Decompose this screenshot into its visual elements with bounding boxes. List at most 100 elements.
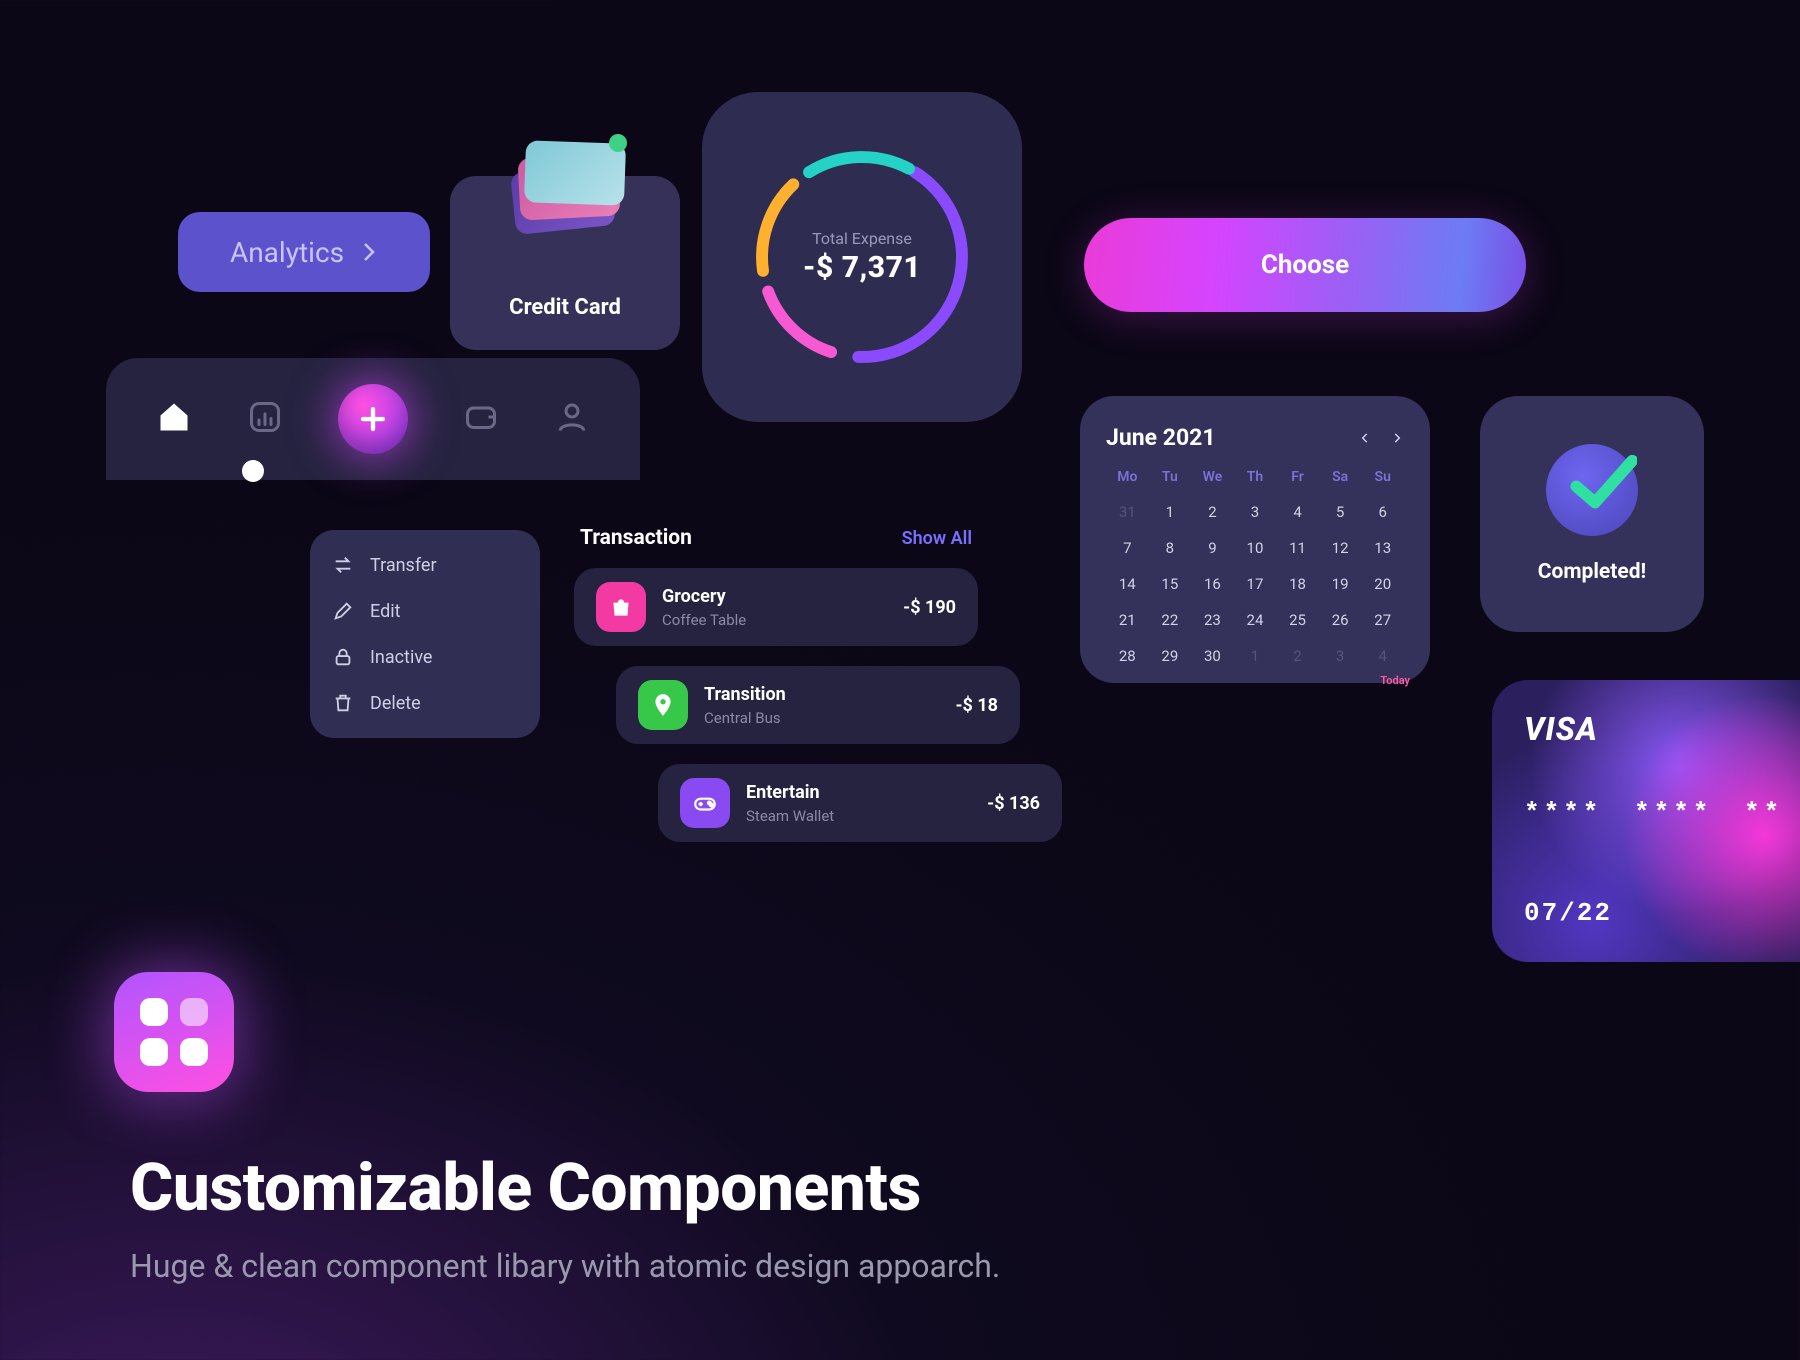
pencil-icon <box>332 600 354 622</box>
calendar-day[interactable]: 7 <box>1106 539 1149 557</box>
transaction-list: Transaction Show All Grocery Coffee Tabl… <box>574 526 978 862</box>
calendar-day[interactable]: 16 <box>1191 575 1234 593</box>
calendar-grid: MoTuWeThFrSaSu31123456789101112131415161… <box>1106 469 1404 665</box>
calendar-day[interactable]: 10 <box>1234 539 1277 557</box>
choose-label: Choose <box>1261 250 1349 280</box>
bottom-nav <box>106 358 640 480</box>
nav-profile-icon[interactable] <box>554 399 590 439</box>
calendar-day[interactable]: 19 <box>1319 575 1362 593</box>
location-pin-icon <box>638 680 688 730</box>
calendar-day[interactable]: 4 <box>1361 647 1404 665</box>
nav-stats-icon[interactable] <box>247 399 283 439</box>
ctx-inactive[interactable]: Inactive <box>332 646 518 668</box>
tx-sub: Central Bus <box>704 709 939 727</box>
visa-pan: **** **** ** <box>1524 798 1783 828</box>
calendar-day[interactable]: 12 <box>1319 539 1362 557</box>
shopping-bag-icon <box>596 582 646 632</box>
headline: Customizable Components Huge & clean com… <box>130 1150 1000 1285</box>
calendar-day[interactable]: 9 <box>1191 539 1234 557</box>
calendar-day[interactable]: 23 <box>1191 611 1234 629</box>
transaction-row[interactable]: Transition Central Bus -$ 18 <box>616 666 1020 744</box>
transaction-row[interactable]: Entertain Steam Wallet -$ 136 <box>658 764 1062 842</box>
calendar-day[interactable]: 18 <box>1276 575 1319 593</box>
calendar-dow: Mo <box>1106 469 1149 485</box>
calendar-day[interactable]: 24 <box>1234 611 1277 629</box>
calendar-today-label: Today <box>1380 674 1410 687</box>
expense-value: -$ 7,371 <box>803 250 921 285</box>
calendar-day[interactable]: 3 <box>1234 503 1277 521</box>
calendar-day[interactable]: 13 <box>1361 539 1404 557</box>
calendar-day[interactable]: 20 <box>1361 575 1404 593</box>
analytics-button[interactable]: Analytics <box>178 212 430 292</box>
calendar-dow: Su <box>1361 469 1404 485</box>
calendar-day[interactable]: 2 <box>1191 503 1234 521</box>
ctx-inactive-label: Inactive <box>370 647 432 668</box>
calendar-next-icon[interactable] <box>1390 431 1404 445</box>
calendar-day[interactable]: 8 <box>1149 539 1192 557</box>
ctx-delete[interactable]: Delete <box>332 692 518 714</box>
card-stack-icon <box>505 140 625 230</box>
completed-label: Completed! <box>1538 560 1646 584</box>
nav-wallet-icon[interactable] <box>463 399 499 439</box>
transaction-row[interactable]: Grocery Coffee Table -$ 190 <box>574 568 978 646</box>
swap-icon <box>332 554 354 576</box>
calendar-day[interactable]: 1 <box>1149 503 1192 521</box>
calendar-day[interactable]: 2 <box>1276 647 1319 665</box>
tx-amount: -$ 136 <box>987 793 1040 814</box>
calendar-day[interactable]: 25 <box>1276 611 1319 629</box>
ctx-transfer-label: Transfer <box>370 555 437 576</box>
calendar-day[interactable]: 5 <box>1319 503 1362 521</box>
calendar-day[interactable]: 26 <box>1319 611 1362 629</box>
ctx-delete-label: Delete <box>370 693 421 714</box>
calendar-day[interactable]: 1 <box>1234 647 1277 665</box>
calendar-day[interactable]: 17 <box>1234 575 1277 593</box>
calendar-day[interactable]: 22 <box>1149 611 1192 629</box>
lock-icon <box>332 646 354 668</box>
expense-panel: Total Expense -$ 7,371 <box>702 92 1022 422</box>
tx-sub: Steam Wallet <box>746 807 971 825</box>
calendar-day[interactable]: 28 <box>1106 647 1149 665</box>
visa-brand: VISA <box>1524 710 1598 748</box>
calendar-day[interactable]: 11 <box>1276 539 1319 557</box>
ctx-transfer[interactable]: Transfer <box>332 554 518 576</box>
calendar-day[interactable]: 30 <box>1191 647 1234 665</box>
calendar-day[interactable]: 3 <box>1319 647 1362 665</box>
chevron-right-icon <box>362 240 378 264</box>
ctx-edit[interactable]: Edit <box>332 600 518 622</box>
calendar-dow: Fr <box>1276 469 1319 485</box>
calendar-dow: Tu <box>1149 469 1192 485</box>
calendar-day[interactable]: 29 <box>1149 647 1192 665</box>
nav-home-icon[interactable] <box>156 399 192 439</box>
calendar-dow: Sa <box>1319 469 1362 485</box>
component-grid-icon[interactable] <box>114 972 234 1092</box>
calendar-dow: Th <box>1234 469 1277 485</box>
nav-add-button[interactable] <box>338 384 408 454</box>
calendar-day[interactable]: 4 <box>1276 503 1319 521</box>
page-subtitle: Huge & clean component libary with atomi… <box>130 1247 1000 1285</box>
calendar-day[interactable]: 21 <box>1106 611 1149 629</box>
transaction-show-all[interactable]: Show All <box>902 528 972 549</box>
calendar-month: June 2021 <box>1106 424 1216 451</box>
tx-name: Entertain <box>746 782 971 803</box>
credit-card-tile[interactable]: Credit Card <box>450 176 680 350</box>
trash-icon <box>332 692 354 714</box>
calendar-day[interactable]: 14 <box>1106 575 1149 593</box>
credit-card-label: Credit Card <box>509 295 621 320</box>
gamepad-icon <box>680 778 730 828</box>
checkmark-icon <box>1546 444 1638 536</box>
visa-expiry: 07/22 <box>1524 898 1612 928</box>
calendar-day[interactable]: 15 <box>1149 575 1192 593</box>
calendar-day[interactable]: 31 <box>1106 503 1149 521</box>
choose-button[interactable]: Choose <box>1084 218 1526 312</box>
calendar-prev-icon[interactable] <box>1358 431 1372 445</box>
calendar-day[interactable]: 27 <box>1361 611 1404 629</box>
visa-card[interactable]: VISA **** **** ** 07/22 <box>1492 680 1800 962</box>
nav-active-indicator <box>242 460 264 482</box>
calendar-day[interactable]: 6 <box>1361 503 1404 521</box>
calendar-dow: We <box>1191 469 1234 485</box>
tx-amount: -$ 190 <box>903 597 956 618</box>
calendar: June 2021 MoTuWeThFrSaSu3112345678910111… <box>1080 396 1430 683</box>
transaction-title: Transaction <box>580 526 692 550</box>
expense-label: Total Expense <box>812 229 912 248</box>
completed-tile: Completed! <box>1480 396 1704 632</box>
